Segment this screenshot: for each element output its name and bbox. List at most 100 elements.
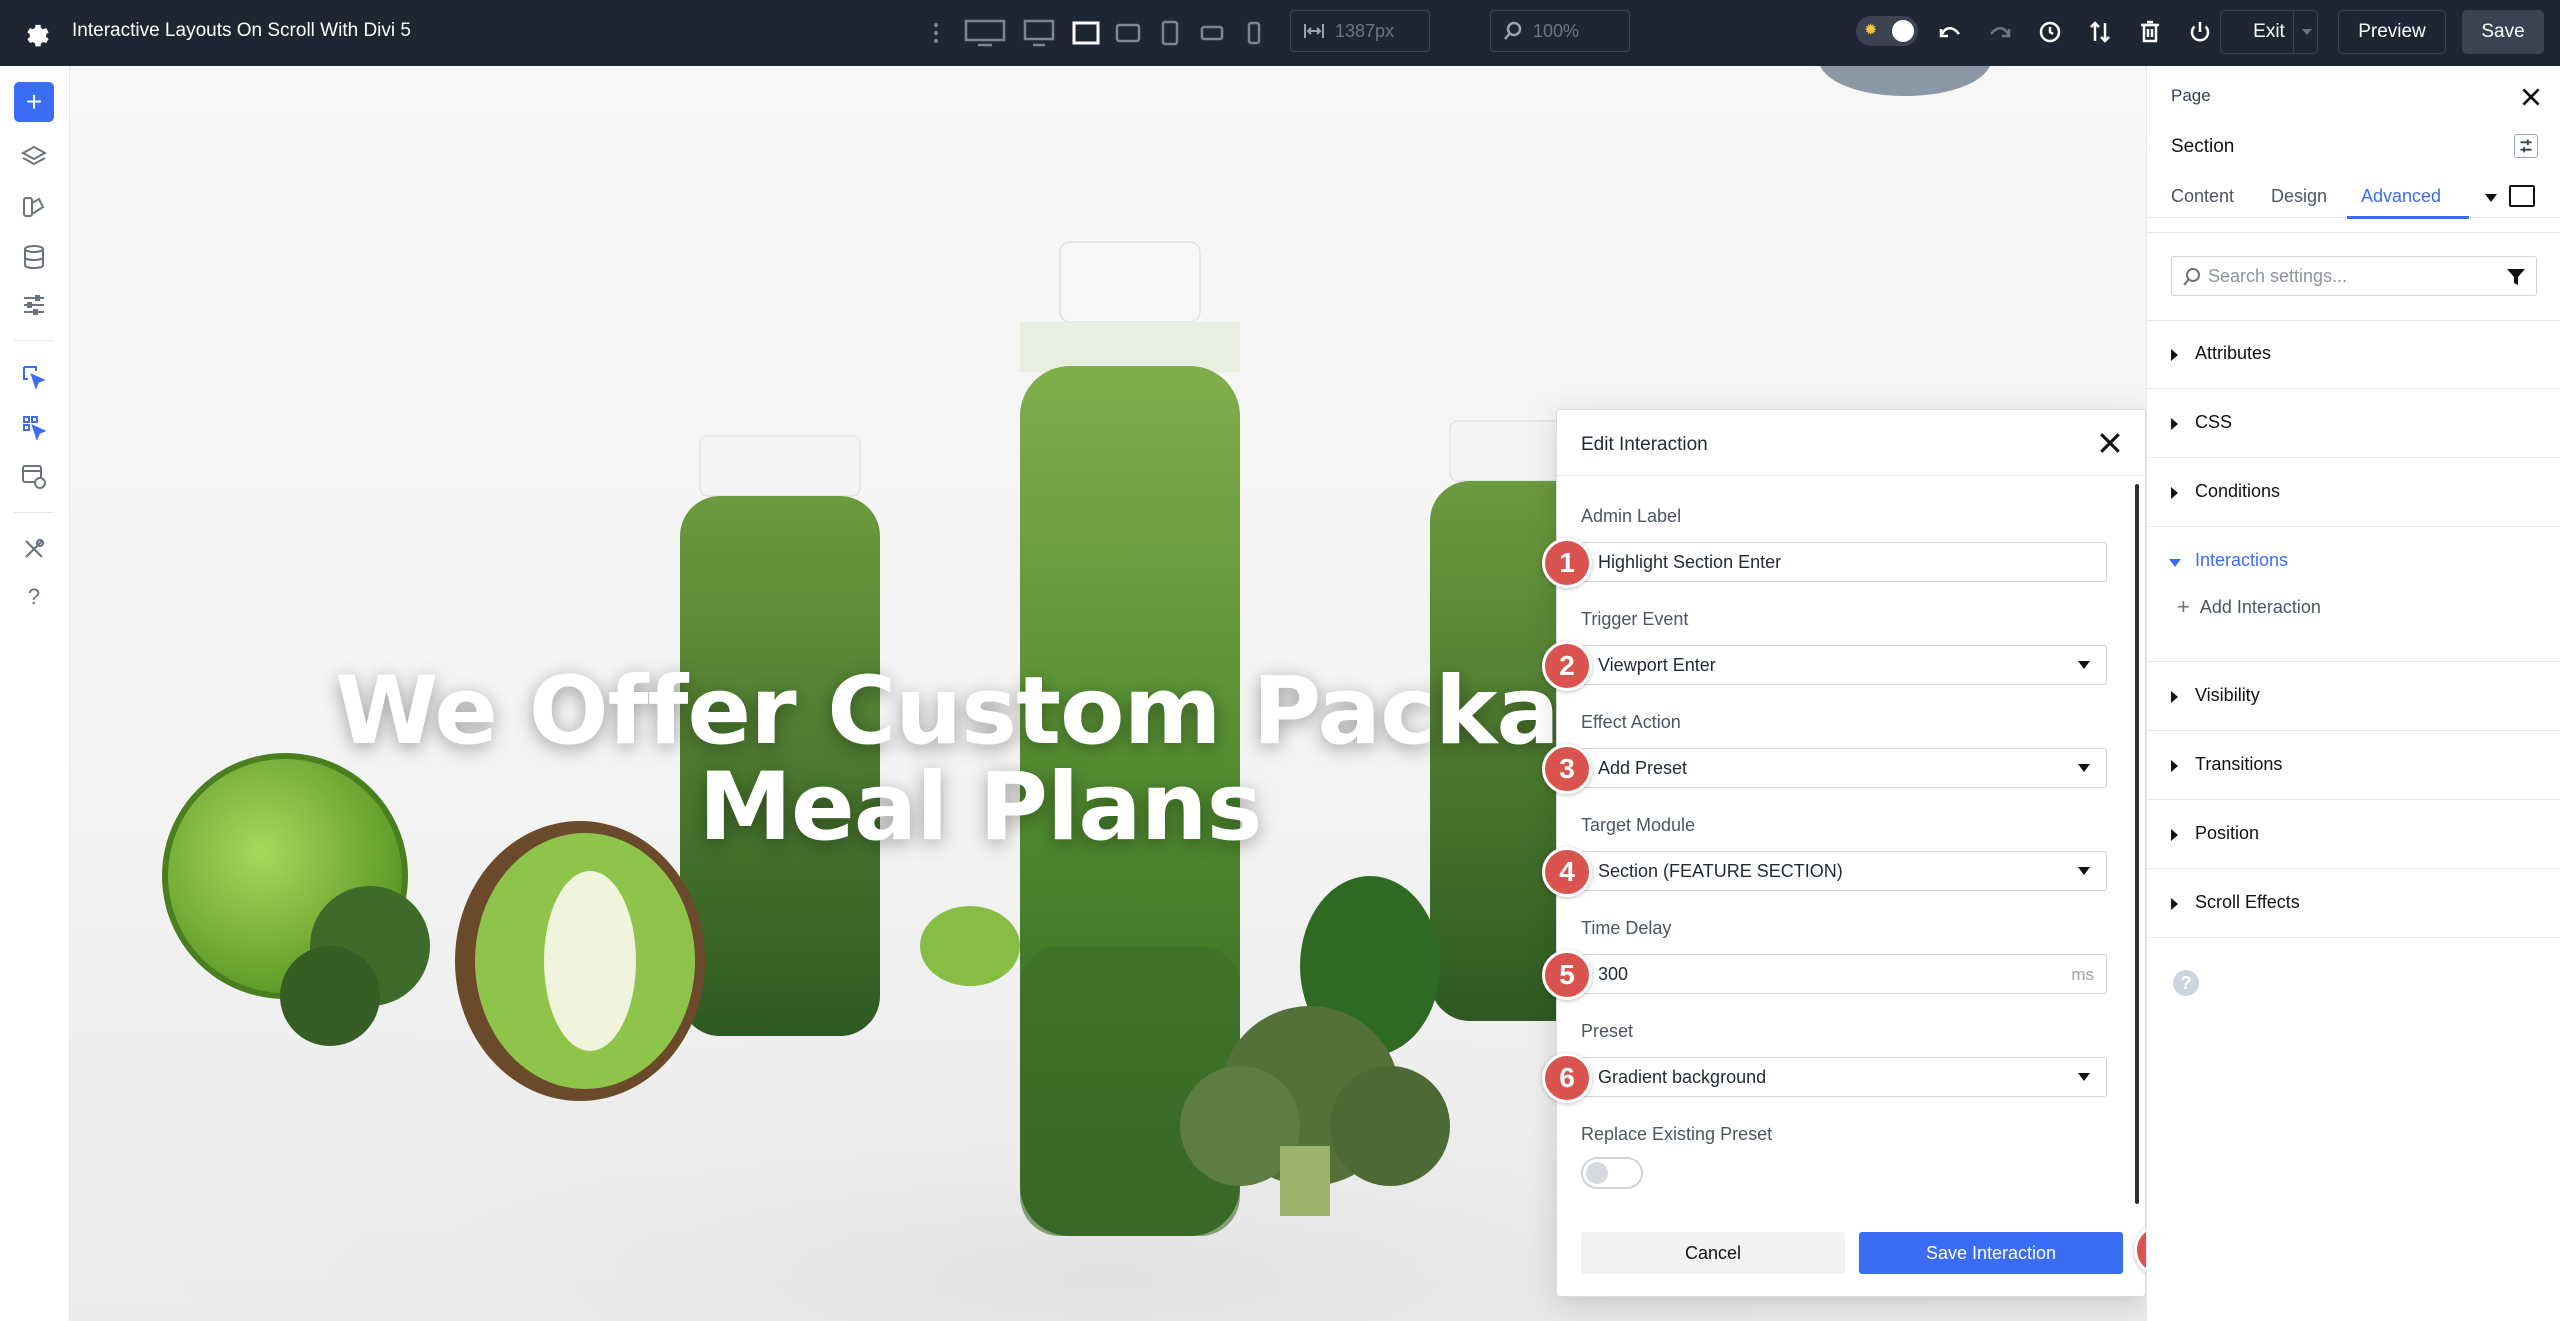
tab-content[interactable]: Content bbox=[2171, 186, 2234, 207]
top-toolbar: Interactive Layouts On Scroll With Divi … bbox=[0, 0, 2560, 66]
group-position[interactable]: Position bbox=[2147, 801, 2560, 869]
gear-icon[interactable] bbox=[20, 18, 50, 48]
plus-icon: + bbox=[25, 86, 43, 117]
group-scroll-effects[interactable]: Scroll Effects bbox=[2147, 870, 2560, 938]
page-title: Interactive Layouts On Scroll With Divi … bbox=[72, 20, 411, 41]
trash-icon[interactable] bbox=[2125, 12, 2175, 52]
group-attributes[interactable]: Attributes bbox=[2147, 321, 2560, 389]
time-delay-label: Time Delay bbox=[1581, 918, 1672, 938]
dropdown-caret-icon bbox=[2078, 867, 2090, 875]
time-delay-input[interactable]: 300 ms 5 bbox=[1542, 950, 2107, 1000]
square-icon[interactable] bbox=[2509, 185, 2535, 207]
trigger-event-value: Viewport Enter bbox=[1598, 654, 1716, 675]
phone-landscape-icon[interactable] bbox=[1191, 14, 1233, 52]
group-conditions[interactable]: Conditions bbox=[2147, 459, 2560, 527]
zoom-readout: 100% bbox=[1533, 20, 1580, 41]
group-transitions[interactable]: Transitions bbox=[2147, 732, 2560, 800]
hero-heading-line2: Meal Plans bbox=[698, 753, 1262, 862]
panel-title: Section bbox=[2171, 136, 2235, 157]
database-icon[interactable] bbox=[17, 240, 51, 274]
group-label: Visibility bbox=[2195, 685, 2260, 705]
tablet-landscape-icon[interactable] bbox=[1107, 14, 1149, 52]
replace-preset-toggle[interactable] bbox=[1581, 1157, 1643, 1189]
phone-icon[interactable] bbox=[1233, 14, 1275, 52]
undo-icon[interactable] bbox=[1925, 12, 1975, 52]
preset-select[interactable]: Gradient background 6 bbox=[1542, 1053, 2107, 1103]
search-settings-input[interactable]: Search settings... bbox=[2171, 256, 2537, 296]
caret-right-icon bbox=[2171, 829, 2178, 841]
trigger-event-label: Trigger Event bbox=[1581, 609, 1689, 629]
interaction-icon[interactable] bbox=[17, 360, 51, 394]
save-button[interactable]: Save bbox=[2462, 10, 2544, 54]
tab-design[interactable]: Design bbox=[2271, 186, 2327, 207]
dropdown-caret-icon bbox=[2078, 764, 2090, 772]
help-icon[interactable]: ? bbox=[2173, 970, 2199, 996]
search-placeholder: Search settings... bbox=[2208, 265, 2348, 286]
filter-icon[interactable] bbox=[2506, 267, 2526, 287]
admin-label-label: Admin Label bbox=[1581, 506, 1682, 526]
panel-tabs: Content Design Advanced bbox=[2147, 174, 2560, 219]
tune-icon[interactable] bbox=[2514, 134, 2538, 158]
tablet-icon[interactable] bbox=[1149, 14, 1191, 52]
effect-action-select[interactable]: Add Preset 3 bbox=[1542, 744, 2107, 794]
redo-icon[interactable] bbox=[1975, 12, 2025, 52]
step-badge-4: 4 bbox=[1542, 847, 1592, 897]
tools-icon[interactable] bbox=[17, 532, 51, 566]
history-icon[interactable] bbox=[2025, 12, 2075, 52]
modal-header: Edit Interaction bbox=[1557, 410, 2145, 476]
interactions-list-icon[interactable] bbox=[17, 410, 51, 444]
close-icon[interactable] bbox=[2518, 84, 2544, 110]
preset-value: Gradient background bbox=[1598, 1066, 1767, 1087]
step-badge-5: 5 bbox=[1542, 950, 1592, 1000]
search-icon bbox=[2183, 268, 2200, 286]
add-module-button[interactable]: + bbox=[14, 82, 54, 122]
hero-heading[interactable]: We Offer Custom Packag Meal Plans bbox=[330, 664, 1630, 856]
save-interaction-button[interactable]: Save Interaction bbox=[1859, 1232, 2123, 1274]
step-badge-6: 6 bbox=[1542, 1053, 1592, 1103]
template-preview-icon[interactable] bbox=[17, 460, 51, 494]
target-module-select[interactable]: Section (FEATURE SECTION) 4 bbox=[1542, 847, 2107, 897]
dropdown-caret-icon bbox=[2078, 661, 2090, 669]
toggle-knob bbox=[1892, 20, 1914, 42]
group-visibility[interactable]: Visibility bbox=[2147, 663, 2560, 731]
more-vertical-icon[interactable] bbox=[915, 14, 957, 52]
preview-button[interactable]: Preview bbox=[2338, 10, 2446, 54]
sidebar-divider bbox=[14, 340, 54, 341]
caret-right-icon bbox=[2171, 487, 2178, 499]
caret-right-icon bbox=[2171, 760, 2178, 772]
cancel-button[interactable]: Cancel bbox=[1581, 1232, 1845, 1274]
caret-right-icon bbox=[2171, 691, 2178, 703]
help-icon[interactable]: ? bbox=[17, 580, 51, 614]
layers-icon[interactable] bbox=[17, 140, 51, 174]
chevron-down-icon[interactable] bbox=[2485, 194, 2497, 202]
desktop-icon[interactable] bbox=[1013, 14, 1065, 52]
preset-label: Preset bbox=[1581, 1021, 1634, 1041]
width-arrows-icon bbox=[1304, 24, 1324, 38]
modal-scrollbar[interactable] bbox=[2135, 484, 2139, 1204]
group-css[interactable]: CSS bbox=[2147, 390, 2560, 458]
group-interactions[interactable]: Interactions + Add Interaction bbox=[2147, 528, 2560, 662]
admin-label-input[interactable]: Highlight Section Enter 1 bbox=[1542, 538, 2107, 588]
add-interaction-button[interactable]: + Add Interaction bbox=[2177, 594, 2321, 620]
breadcrumb[interactable]: Page bbox=[2171, 86, 2211, 106]
width-readout: 1387px bbox=[1335, 20, 1395, 41]
exit-button[interactable]: Exit bbox=[2220, 10, 2318, 54]
presets-icon[interactable] bbox=[17, 190, 51, 224]
settings-panel: Page Section Content Design Advanced Sea… bbox=[2146, 66, 2560, 1321]
sliders-icon[interactable] bbox=[17, 288, 51, 322]
chevron-down-icon[interactable] bbox=[2293, 10, 2319, 54]
tab-advanced[interactable]: Advanced bbox=[2361, 186, 2441, 207]
zoom-field[interactable]: 100% bbox=[1490, 10, 1630, 52]
canvas-width-field[interactable]: 1387px bbox=[1290, 10, 1430, 52]
sort-arrows-icon[interactable] bbox=[2075, 12, 2125, 52]
step-badge-1: 1 bbox=[1542, 538, 1592, 588]
theme-toggle[interactable]: ✹ bbox=[1856, 16, 1918, 46]
wide-desktop-icon[interactable] bbox=[957, 14, 1013, 52]
time-delay-value: 300 bbox=[1598, 963, 1629, 984]
power-icon[interactable] bbox=[2175, 12, 2225, 52]
laptop-icon[interactable] bbox=[1065, 14, 1107, 52]
toggle-knob bbox=[1586, 1162, 1608, 1184]
group-label: Attributes bbox=[2195, 343, 2272, 363]
trigger-event-select[interactable]: Viewport Enter 2 bbox=[1542, 641, 2107, 691]
close-icon[interactable] bbox=[2095, 428, 2125, 458]
